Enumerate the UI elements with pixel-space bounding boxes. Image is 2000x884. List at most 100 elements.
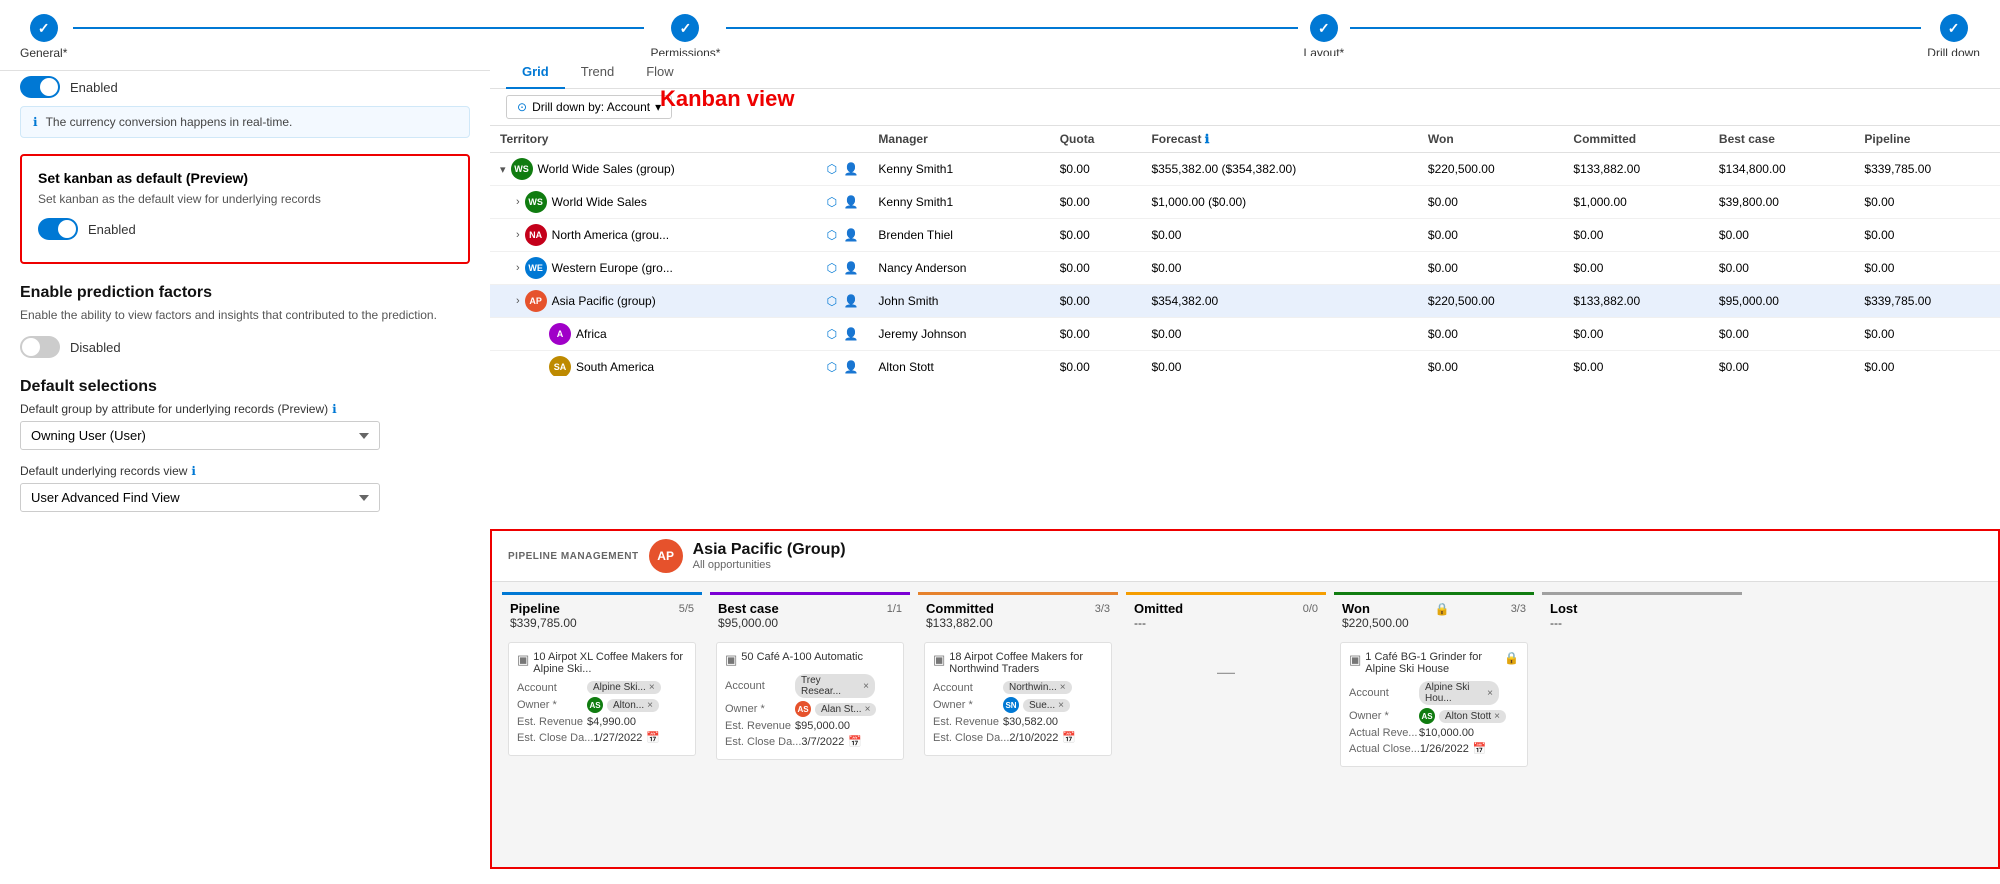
step-layout[interactable]: ✓ Layout* — [1304, 14, 1345, 60]
calendar-icon[interactable]: 📅 — [1062, 731, 1076, 744]
default-view-label: Default underlying records view ℹ — [20, 464, 470, 478]
table-row[interactable]: › WE Western Europe (gro... ⬡ 👤 Nancy An… — [490, 252, 2000, 285]
user-icon[interactable]: 👤 — [843, 195, 858, 209]
account-tag[interactable]: Alpine Ski Hou... × — [1419, 681, 1499, 705]
manager-name: John Smith — [868, 285, 1049, 318]
territory-avatar: WE — [525, 257, 547, 279]
user-icon[interactable]: 👤 — [843, 261, 858, 275]
kanban-column: Pipeline 5/5 $339,785.00 ▣ 10 Airpot XL … — [502, 592, 702, 838]
user-icon[interactable]: 👤 — [843, 162, 858, 176]
table-row[interactable]: › NA North America (grou... ⬡ 👤 Brenden … — [490, 219, 2000, 252]
owner-tag[interactable]: Alan St... × — [815, 703, 876, 716]
kanban-enabled-toggle[interactable] — [38, 218, 78, 240]
link-icon[interactable]: ⬡ — [827, 261, 837, 275]
kanban-card[interactable]: ▣ 10 Airpot XL Coffee Makers for Alpine … — [508, 642, 696, 756]
committed-value: $0.00 — [1563, 351, 1709, 377]
kanban-group-info: Asia Pacific (Group) All opportunities — [693, 541, 846, 571]
drill-down-button[interactable]: ⊙ Drill down by: Account ▾ — [506, 95, 672, 119]
expand-icon[interactable]: › — [516, 262, 520, 274]
expand-icon[interactable]: ▾ — [500, 163, 506, 176]
col-committed: Committed — [1563, 126, 1709, 153]
owner-tag-remove[interactable]: × — [1058, 700, 1064, 711]
pipeline-value: $0.00 — [1854, 318, 2000, 351]
user-icon[interactable]: 👤 — [843, 228, 858, 242]
committed-value: $0.00 — [1563, 219, 1709, 252]
enabled-toggle-label: Enabled — [70, 80, 118, 95]
step-circle-permissions: ✓ — [671, 14, 699, 42]
expand-icon[interactable]: › — [516, 229, 520, 241]
link-icon[interactable]: ⬡ — [827, 360, 837, 374]
omitted-text: — — [1132, 642, 1320, 703]
account-tag-remove[interactable]: × — [1060, 682, 1066, 693]
enabled-toggle[interactable] — [20, 76, 60, 98]
territory-name: Western Europe (gro... — [552, 261, 673, 275]
link-icon[interactable]: ⬡ — [827, 294, 837, 308]
account-tag-remove[interactable]: × — [863, 681, 869, 692]
step-drilldown[interactable]: ✓ Drill down — [1927, 14, 1980, 60]
table-row[interactable]: › WS World Wide Sales ⬡ 👤 Kenny Smith1 $… — [490, 186, 2000, 219]
tab-flow[interactable]: Flow — [630, 56, 689, 89]
col-manager-spacer — [817, 126, 869, 153]
left-panel: Enabled ℹ The currency conversion happen… — [0, 56, 490, 869]
owner-tag[interactable]: Alton... × — [607, 699, 659, 712]
calendar-icon[interactable]: 📅 — [848, 735, 862, 748]
account-value: Alpine Ski Hou... × — [1419, 681, 1519, 705]
table-row[interactable]: ▾ WS World Wide Sales (group) ⬡ 👤 Kenny … — [490, 153, 2000, 186]
link-icon[interactable]: ⬡ — [827, 195, 837, 209]
kanban-column: Best case 1/1 $95,000.00 ▣ 50 Café A-100… — [710, 592, 910, 838]
owner-tag[interactable]: Alton Stott × — [1439, 710, 1506, 723]
account-tag[interactable]: Northwin... × — [1003, 681, 1072, 694]
card-title: ▣ 50 Café A-100 Automatic — [725, 651, 895, 668]
tab-grid[interactable]: Grid — [506, 56, 565, 89]
default-group-info-icon: ℹ — [332, 402, 337, 416]
link-icon[interactable]: ⬡ — [827, 327, 837, 341]
user-icon[interactable]: 👤 — [843, 360, 858, 374]
expand-icon[interactable]: › — [516, 295, 520, 307]
calendar-icon[interactable]: 📅 — [646, 731, 660, 744]
owner-tag-remove[interactable]: × — [865, 704, 871, 715]
kanban-card[interactable]: ▣ 18 Airpot Coffee Makers for Northwind … — [924, 642, 1112, 756]
grid-tabs: Grid Trend Flow — [490, 56, 2000, 89]
owner-tag[interactable]: Sue... × — [1023, 699, 1070, 712]
calendar-icon[interactable]: 📅 — [1473, 742, 1487, 755]
forecast-value: $0.00 — [1141, 252, 1417, 285]
won-value: $0.00 — [1418, 351, 1564, 377]
link-icon[interactable]: ⬡ — [827, 162, 837, 176]
col-count: 5/5 — [679, 603, 694, 615]
quota-value: $0.00 — [1050, 219, 1142, 252]
default-group-select[interactable]: Owning User (User) — [20, 421, 380, 450]
account-tag-remove[interactable]: × — [1487, 688, 1493, 699]
user-icon[interactable]: 👤 — [843, 294, 858, 308]
prediction-toggle-row: Disabled — [20, 336, 470, 358]
account-tag-remove[interactable]: × — [649, 682, 655, 693]
card-owner-field: Owner * AS Alton Stott × — [1349, 708, 1519, 724]
kanban-column: Won 🔒 3/3 $220,500.00 ▣ 1 Café BG-1 Grin… — [1334, 592, 1534, 838]
owner-tag-remove[interactable]: × — [647, 700, 653, 711]
step-general[interactable]: ✓ General* — [20, 14, 67, 60]
kanban-columns: Pipeline 5/5 $339,785.00 ▣ 10 Airpot XL … — [492, 582, 1998, 838]
prediction-toggle[interactable] — [20, 336, 60, 358]
kanban-column: Committed 3/3 $133,882.00 ▣ 18 Airpot Co… — [918, 592, 1118, 838]
account-tag[interactable]: Trey Resear... × — [795, 674, 875, 698]
table-row[interactable]: A Africa ⬡ 👤 Jeremy Johnson $0.00 $0.00 … — [490, 318, 2000, 351]
col-lock-icon: 🔒 — [1435, 602, 1450, 616]
owner-value: AS Alan St... × — [795, 701, 895, 717]
link-icon[interactable]: ⬡ — [827, 228, 837, 242]
tab-trend[interactable]: Trend — [565, 56, 630, 89]
user-icon[interactable]: 👤 — [843, 327, 858, 341]
won-value: $0.00 — [1418, 318, 1564, 351]
revenue-label: Est. Revenue — [725, 720, 795, 732]
step-permissions[interactable]: ✓ Permissions* — [650, 14, 720, 60]
manager-name: Jeremy Johnson — [868, 318, 1049, 351]
forecast-table-wrap: Territory Manager Quota Forecast ℹ Won C… — [490, 126, 2000, 376]
expand-icon[interactable]: › — [516, 196, 520, 208]
kanban-card[interactable]: ▣ 50 Café A-100 Automatic Account Trey R… — [716, 642, 904, 760]
kanban-card[interactable]: ▣ 1 Café BG-1 Grinder for Alpine Ski Hou… — [1340, 642, 1528, 767]
close-label: Est. Close Da... — [517, 732, 593, 744]
owner-tag-remove[interactable]: × — [1494, 711, 1500, 722]
table-row[interactable]: SA South America ⬡ 👤 Alton Stott $0.00 $… — [490, 351, 2000, 377]
account-tag[interactable]: Alpine Ski... × — [587, 681, 661, 694]
table-row[interactable]: › AP Asia Pacific (group) ⬡ 👤 John Smith… — [490, 285, 2000, 318]
default-view-select[interactable]: User Advanced Find View — [20, 483, 380, 512]
quota-value: $0.00 — [1050, 186, 1142, 219]
